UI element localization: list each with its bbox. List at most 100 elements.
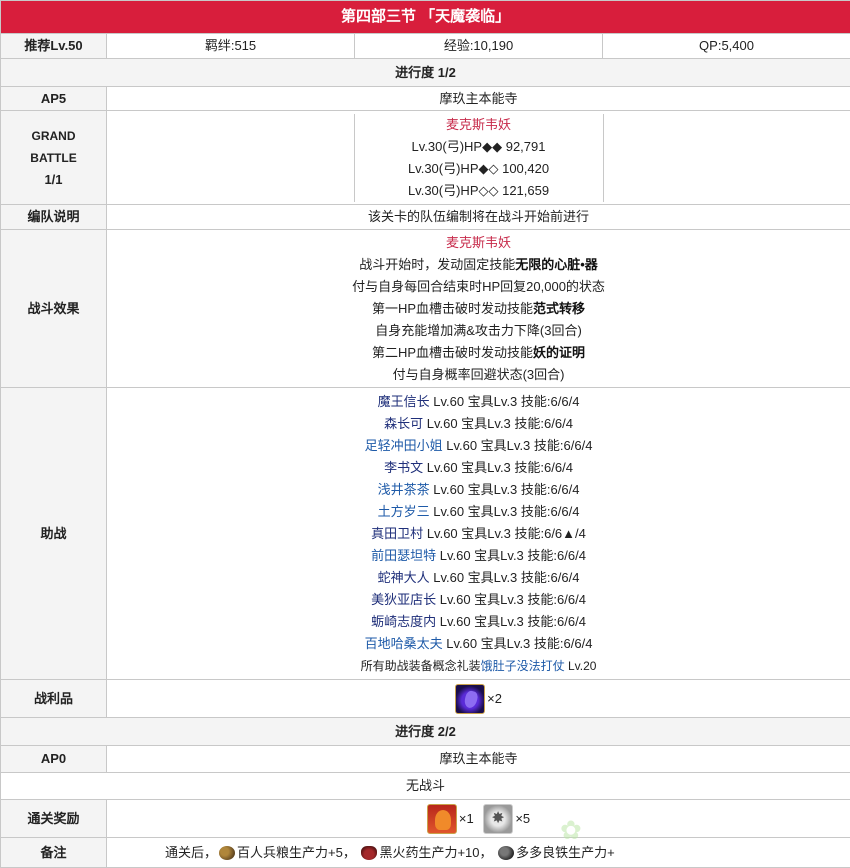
support-row: 森长可 Lv.60 宝具Lv.3 技能:6/6/4 <box>107 413 850 435</box>
reward-label: 通关奖励 <box>1 800 107 838</box>
support-list: 魔王信长 Lv.60 宝具Lv.3 技能:6/6/4森长可 Lv.60 宝具Lv… <box>107 391 850 655</box>
servant-stats: Lv.60 宝具Lv.3 技能:6/6/4 <box>440 548 586 563</box>
skill-name-3: 妖的证明 <box>533 345 585 360</box>
support-row: 魔王信长 Lv.60 宝具Lv.3 技能:6/6/4 <box>107 391 850 413</box>
servant-stats: Lv.60 宝具Lv.3 技能:6/6/4 <box>446 438 592 453</box>
loot-count: ×2 <box>487 691 502 706</box>
effect-line-5-text: 第二HP血槽击破时发动技能 <box>372 345 533 360</box>
remarks-item-2: 黑火药生产力+10， <box>379 845 492 860</box>
servant-link[interactable]: 浅井茶茶 <box>378 482 430 497</box>
enemy-cell: 麦克斯韦妖 Lv.30(弓)HP◆◆ 92,791 Lv.30(弓)HP◆◇ 1… <box>107 111 850 205</box>
servant-stats: Lv.60 宝具Lv.3 技能:6/6/4 <box>446 636 592 651</box>
servant-link[interactable]: 蛇神大人 <box>378 570 430 585</box>
skill-name-2: 范式转移 <box>533 301 585 316</box>
effects-enemy-name[interactable]: 麦克斯韦妖 <box>107 232 850 254</box>
ap-cost-2: AP0 <box>1 746 107 773</box>
reward-cell: ×1 ×5 <box>107 800 850 838</box>
remarks-label: 备注 <box>1 838 107 868</box>
remarks-item-3: 多多良铁生产力+ <box>516 845 615 860</box>
quest-page: 第四部三节 「天魔袭临」 推荐Lv.50 羁绊:515 经验:10,190 QP… <box>0 0 850 867</box>
purple-gem-icon[interactable] <box>455 684 485 714</box>
support-note-level: Lv.20 <box>565 659 597 673</box>
enemy-hp-3: Lv.30(弓)HP◇◇ 121,659 <box>408 180 549 202</box>
skill-name-1: 无限的心脏•器 <box>515 257 598 272</box>
effect-line-3-text: 第一HP血槽击破时发动技能 <box>372 301 533 316</box>
loot-label: 战利品 <box>1 680 107 718</box>
support-row: 真田卫村 Lv.60 宝具Lv.3 技能:6/6▲/4 <box>107 523 850 545</box>
support-row: 足轻冲田小姐 Lv.60 宝具Lv.3 技能:6/6/4 <box>107 435 850 457</box>
exp-value: 经验:10,190 <box>355 34 603 59</box>
progress-1: 进行度 1/2 <box>1 59 850 87</box>
servant-link[interactable]: 美狄亚店长 <box>371 592 436 607</box>
effect-line-6: 付与自身概率回避状态(3回合) <box>107 364 850 386</box>
servant-link[interactable]: 魔王信长 <box>378 394 430 409</box>
battle-label-line2: BATTLE <box>1 147 106 169</box>
enemy-box: 麦克斯韦妖 Lv.30(弓)HP◆◆ 92,791 Lv.30(弓)HP◆◇ 1… <box>354 114 604 202</box>
ap-cost-1: AP5 <box>1 87 107 111</box>
silver-material-icon[interactable] <box>483 804 513 834</box>
servant-link[interactable]: 真田卫村 <box>371 526 423 541</box>
servant-link[interactable]: 前田瑟坦特 <box>371 548 436 563</box>
servant-stats: Lv.60 宝具Lv.3 技能:6/6/4 <box>440 614 586 629</box>
servant-link[interactable]: 土方岁三 <box>378 504 430 519</box>
effect-line-4: 自身充能增加满&攻击力下降(3回合) <box>107 320 850 342</box>
servant-stats: Lv.60 宝具Lv.3 技能:6/6/4 <box>433 394 579 409</box>
iron-icon <box>498 846 514 860</box>
servant-stats: Lv.60 宝具Lv.3 技能:6/6/4 <box>427 416 573 431</box>
servant-link[interactable]: 蛎崎志度内 <box>371 614 436 629</box>
support-row: 前田瑟坦特 Lv.60 宝具Lv.3 技能:6/6/4 <box>107 545 850 567</box>
servant-stats: Lv.60 宝具Lv.3 技能:6/6▲/4 <box>427 526 586 541</box>
servant-stats: Lv.60 宝具Lv.3 技能:6/6/4 <box>433 570 579 585</box>
remarks-pre: 通关后， <box>165 845 217 860</box>
servant-stats: Lv.60 宝具Lv.3 技能:6/6/4 <box>427 460 573 475</box>
support-label: 助战 <box>1 388 107 680</box>
reward-count-1: ×1 <box>459 811 474 826</box>
gunpowder-icon <box>361 846 377 860</box>
no-battle-text: 无战斗 <box>1 773 850 800</box>
enemy-hp-1: Lv.30(弓)HP◆◆ 92,791 <box>412 136 546 158</box>
servant-stats: Lv.60 宝具Lv.3 技能:6/6/4 <box>440 592 586 607</box>
servant-stats: Lv.60 宝具Lv.3 技能:6/6/4 <box>433 482 579 497</box>
support-row: 李书文 Lv.60 宝具Lv.3 技能:6/6/4 <box>107 457 850 479</box>
effect-line-2: 付与自身每回合结束时HP回复20,000的状态 <box>107 276 850 298</box>
quest-table: 第四部三节 「天魔袭临」 推荐Lv.50 羁绊:515 经验:10,190 QP… <box>0 0 850 868</box>
craft-essence-link[interactable]: 饿肚子没法打仗 <box>481 659 565 673</box>
progress-2: 进行度 2/2 <box>1 718 850 746</box>
formation-text: 该关卡的队伍编制将在战斗开始前进行 <box>107 205 850 230</box>
support-row: 蛇神大人 Lv.60 宝具Lv.3 技能:6/6/4 <box>107 567 850 589</box>
support-row: 蛎崎志度内 Lv.60 宝具Lv.3 技能:6/6/4 <box>107 611 850 633</box>
effects-cell: 麦克斯韦妖 战斗开始时，发动固定技能无限的心脏•器 付与自身每回合结束时HP回复… <box>107 230 850 388</box>
battle-label-line1: GRAND <box>1 125 106 147</box>
support-row: 浅井茶茶 Lv.60 宝具Lv.3 技能:6/6/4 <box>107 479 850 501</box>
remarks-item-1: 百人兵粮生产力+5， <box>237 845 356 860</box>
loot-cell: ×2 <box>107 680 850 718</box>
servant-link[interactable]: 百地哈桑太夫 <box>365 636 443 651</box>
craft-essence-card-icon[interactable] <box>427 804 457 834</box>
support-row: 百地哈桑太夫 Lv.60 宝具Lv.3 技能:6/6/4 <box>107 633 850 655</box>
beans-icon <box>219 846 235 860</box>
location-2: 摩玖主本能寺 <box>107 746 850 773</box>
location-1: 摩玖主本能寺 <box>107 87 850 111</box>
effects-label: 战斗效果 <box>1 230 107 388</box>
bond-value: 羁绊:515 <box>107 34 355 59</box>
remarks-cell: 通关后， 百人兵粮生产力+5， 黑火药生产力+10， 多多良铁生产力+ <box>107 838 850 868</box>
effect-line-3: 第一HP血槽击破时发动技能范式转移 <box>107 298 850 320</box>
effect-line-1-text: 战斗开始时，发动固定技能 <box>359 257 515 272</box>
support-row: 土方岁三 Lv.60 宝具Lv.3 技能:6/6/4 <box>107 501 850 523</box>
servant-link[interactable]: 足轻冲田小姐 <box>365 438 443 453</box>
support-row: 美狄亚店长 Lv.60 宝具Lv.3 技能:6/6/4 <box>107 589 850 611</box>
formation-label: 编队说明 <box>1 205 107 230</box>
recommend-level: 推荐Lv.50 <box>1 34 107 59</box>
effect-line-5: 第二HP血槽击破时发动技能妖的证明 <box>107 342 850 364</box>
servant-stats: Lv.60 宝具Lv.3 技能:6/6/4 <box>433 504 579 519</box>
quest-title: 第四部三节 「天魔袭临」 <box>1 1 850 34</box>
support-note: 所有助战装备概念礼装饿肚子没法打仗 Lv.20 <box>107 655 850 677</box>
enemy-name[interactable]: 麦克斯韦妖 <box>446 114 511 136</box>
effect-line-1: 战斗开始时，发动固定技能无限的心脏•器 <box>107 254 850 276</box>
qp-value: QP:5,400 <box>603 34 850 59</box>
servant-link[interactable]: 李书文 <box>384 460 423 475</box>
support-note-text: 所有助战装备概念礼装 <box>361 659 481 673</box>
servant-link[interactable]: 森长可 <box>384 416 423 431</box>
battle-label: GRAND BATTLE 1/1 <box>1 111 107 205</box>
support-cell: 魔王信长 Lv.60 宝具Lv.3 技能:6/6/4森长可 Lv.60 宝具Lv… <box>107 388 850 680</box>
